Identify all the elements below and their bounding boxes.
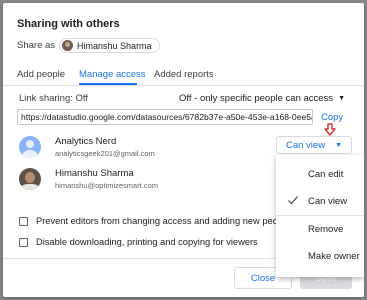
checkbox-label: Prevent editors from changing access and… xyxy=(36,216,291,226)
share-url-field[interactable]: https://datastudio.google.com/datasource… xyxy=(17,109,313,125)
link-sharing-dropdown[interactable]: Off - only specific people can access ▼ xyxy=(179,93,345,104)
tab-manage-access[interactable]: Manage access xyxy=(79,69,146,80)
user-name: Analytics Nerd xyxy=(55,136,117,147)
menu-item-make-owner[interactable]: Make owner xyxy=(276,245,364,267)
checkbox[interactable] xyxy=(19,237,28,247)
tab-added-reports[interactable]: Added reports xyxy=(154,69,214,80)
permission-dropdown-button[interactable]: Can view ▼ xyxy=(276,136,352,154)
prevent-editors-option[interactable]: Prevent editors from changing access and… xyxy=(19,216,290,226)
checkbox-label: Disable downloading, printing and copyin… xyxy=(36,237,258,247)
menu-item-can-edit[interactable]: Can edit xyxy=(276,163,364,185)
user-email: analyticsgeek201@gmail.com xyxy=(55,149,155,158)
tabs-divider xyxy=(3,85,364,86)
tab-add-people[interactable]: Add people xyxy=(17,69,65,80)
sharing-dialog: Sharing with others Share as Himanshu Sh… xyxy=(3,3,364,297)
menu-item-can-view[interactable]: Can view xyxy=(276,190,364,212)
share-as-row: Share as Himanshu Sharma xyxy=(17,38,160,53)
annotation-arrow-icon xyxy=(324,123,336,136)
link-sharing-label: Link sharing: Off xyxy=(19,93,89,104)
menu-item-label: Can edit xyxy=(308,168,344,180)
menu-item-label: Remove xyxy=(308,223,344,235)
user-photo-avatar xyxy=(19,168,41,190)
permission-button-label: Can view xyxy=(285,139,326,151)
user-email: himanshu@optimizesmart.com xyxy=(55,181,159,190)
owner-avatar xyxy=(62,40,74,51)
owner-chip[interactable]: Himanshu Sharma xyxy=(59,38,160,53)
share-as-label: Share as xyxy=(17,40,56,51)
link-sharing-mode: Off - only specific people can access xyxy=(179,93,334,104)
menu-item-label: Can view xyxy=(308,195,348,207)
dropdown-caret-icon: ▼ xyxy=(335,141,342,149)
menu-divider xyxy=(276,215,364,216)
checkbox[interactable] xyxy=(19,216,28,226)
permission-menu: Can edit Can view Remove Make owner xyxy=(276,155,364,277)
disable-downloading-option[interactable]: Disable downloading, printing and copyin… xyxy=(19,237,258,247)
menu-item-label: Make owner xyxy=(308,250,360,262)
copy-link-button[interactable]: Copy xyxy=(321,112,343,123)
check-icon xyxy=(288,196,299,205)
tab-bar: Add people Manage access Added reports xyxy=(3,69,364,85)
menu-item-remove[interactable]: Remove xyxy=(276,218,364,240)
dialog-title: Sharing with others xyxy=(17,18,120,30)
dropdown-caret-icon: ▼ xyxy=(338,95,345,102)
generic-person-icon xyxy=(19,136,41,158)
owner-name: Himanshu Sharma xyxy=(77,40,152,51)
user-name: Himanshu Sharma xyxy=(55,168,134,179)
